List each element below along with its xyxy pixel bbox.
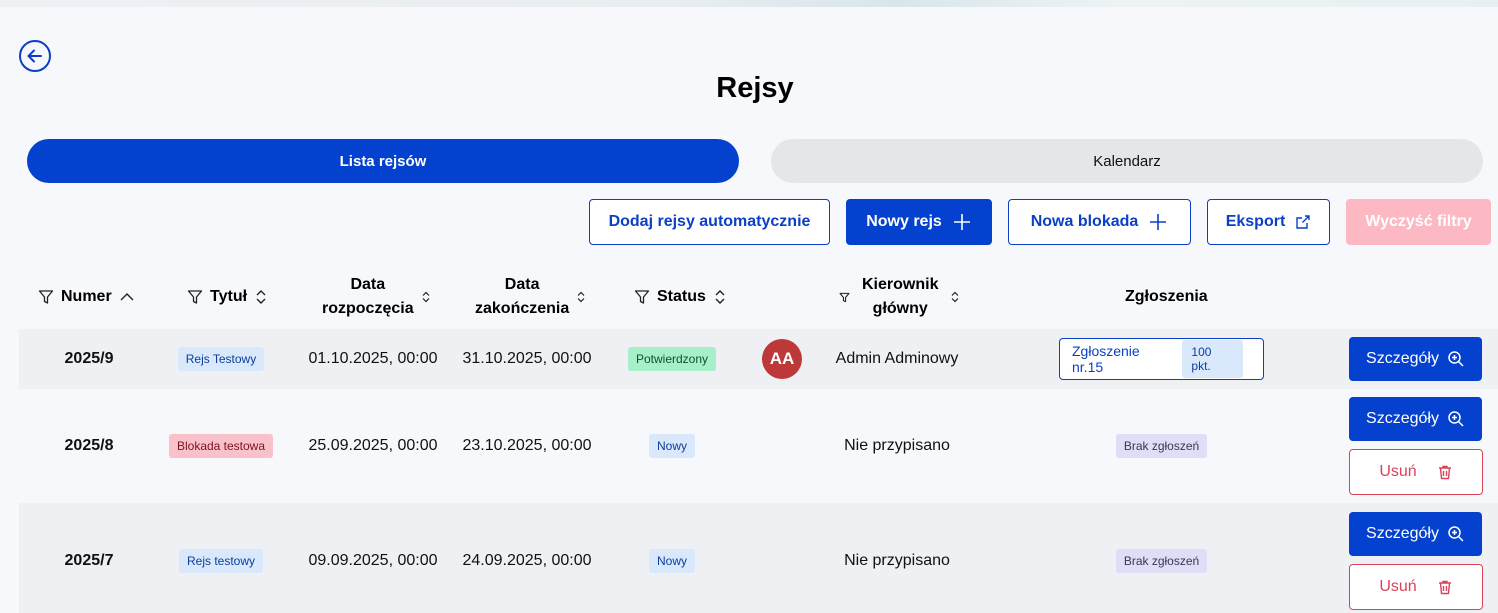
trash-icon bbox=[1437, 464, 1453, 480]
table-row: 2025/7 Rejs testowy 09.09.2025, 00:00 24… bbox=[19, 503, 1498, 613]
top-strip bbox=[0, 0, 1498, 7]
back-button[interactable] bbox=[19, 40, 51, 72]
avatar: AA bbox=[762, 339, 802, 379]
auto-add-cruises-button[interactable]: Dodaj rejsy automatycznie bbox=[589, 199, 830, 245]
plus-icon bbox=[952, 212, 972, 232]
details-label: Szczegóły bbox=[1366, 525, 1439, 542]
application-label: Zgłoszenie nr.15 bbox=[1072, 343, 1140, 375]
export-button[interactable]: Eksport bbox=[1207, 199, 1330, 245]
details-button[interactable]: Szczegóły bbox=[1349, 337, 1482, 381]
end-date: 24.09.2025, 00:00 bbox=[462, 552, 592, 569]
status-badge: Potwierdzony bbox=[627, 347, 717, 371]
column-header-end-date[interactable]: Data zakończenia bbox=[475, 272, 586, 322]
manager-name: Nie przypisano bbox=[844, 437, 950, 454]
zoom-in-icon bbox=[1447, 350, 1465, 368]
auto-add-label: Dodaj rejsy automatycznie bbox=[608, 213, 811, 230]
cruise-title-badge: Rejs Testowy bbox=[177, 347, 265, 371]
filter-icon[interactable] bbox=[634, 289, 650, 305]
sort-icon[interactable] bbox=[254, 289, 268, 305]
status-badge: Nowy bbox=[648, 549, 695, 573]
cruise-title-badge: Rejs testowy bbox=[178, 549, 264, 573]
export-label: Eksport bbox=[1225, 213, 1286, 230]
cruise-number[interactable]: 2025/8 bbox=[37, 389, 141, 503]
new-cruise-button[interactable]: Nowy rejs bbox=[846, 199, 992, 245]
column-header-title[interactable]: Tytuł bbox=[187, 272, 268, 322]
cruise-number[interactable]: 2025/7 bbox=[37, 503, 141, 613]
details-button[interactable]: Szczegóły bbox=[1349, 512, 1482, 556]
tab-calendar[interactable]: Kalendarz bbox=[771, 139, 1483, 183]
column-header-manager[interactable]: Kierownik główny bbox=[839, 272, 960, 322]
new-block-label: Nowa blokada bbox=[1030, 213, 1139, 230]
cruise-title-badge: Blokada testowa bbox=[168, 434, 274, 458]
sort-icon[interactable] bbox=[950, 291, 960, 303]
end-date: 31.10.2025, 00:00 bbox=[462, 350, 592, 367]
delete-label: Usuń bbox=[1379, 463, 1417, 480]
table-row: 2025/8 Blokada testowa 25.09.2025, 00:00… bbox=[19, 389, 1498, 503]
status-badge: Nowy bbox=[648, 434, 695, 458]
details-label: Szczegóły bbox=[1366, 350, 1439, 367]
clear-filters-button[interactable]: Wyczyść filtry bbox=[1346, 199, 1491, 245]
zoom-in-icon bbox=[1447, 525, 1465, 543]
column-header-applications: Zgłoszenia bbox=[1125, 288, 1208, 305]
start-date: 09.09.2025, 00:00 bbox=[308, 552, 438, 569]
start-date: 01.10.2025, 00:00 bbox=[308, 350, 438, 367]
delete-label: Usuń bbox=[1379, 578, 1417, 595]
column-header-status[interactable]: Status bbox=[634, 272, 727, 322]
page-title: Rejsy bbox=[716, 72, 794, 104]
new-block-button[interactable]: Nowa blokada bbox=[1008, 199, 1191, 245]
table-row: 2025/9 Rejs Testowy 01.10.2025, 00:00 31… bbox=[19, 329, 1498, 389]
delete-button[interactable]: Usuń bbox=[1349, 564, 1483, 610]
start-date: 25.09.2025, 00:00 bbox=[308, 437, 438, 454]
sort-icon[interactable] bbox=[421, 291, 431, 303]
column-header-start-date[interactable]: Data rozpoczęcia bbox=[322, 272, 431, 322]
filter-icon[interactable] bbox=[187, 289, 203, 305]
no-applications-badge: Brak zgłoszeń bbox=[1115, 434, 1208, 458]
manager-name: Nie przypisano bbox=[844, 552, 950, 569]
arrow-left-icon bbox=[25, 46, 45, 66]
column-header-number[interactable]: Numer bbox=[38, 272, 135, 322]
filter-icon[interactable] bbox=[839, 292, 850, 303]
filter-icon[interactable] bbox=[38, 289, 54, 305]
sort-asc-icon[interactable] bbox=[119, 289, 135, 305]
details-button[interactable]: Szczegóły bbox=[1349, 397, 1482, 441]
trash-icon bbox=[1437, 579, 1453, 595]
no-applications-badge: Brak zgłoszeń bbox=[1115, 549, 1208, 573]
new-cruise-label: Nowy rejs bbox=[866, 213, 942, 230]
details-label: Szczegóły bbox=[1366, 410, 1439, 427]
sort-icon[interactable] bbox=[576, 291, 586, 303]
external-link-icon bbox=[1295, 214, 1311, 230]
points-badge: 100 pkt. bbox=[1182, 340, 1243, 378]
manager-name: Admin Adminowy bbox=[835, 350, 959, 367]
tab-list[interactable]: Lista rejsów bbox=[27, 139, 739, 183]
plus-icon bbox=[1148, 212, 1168, 232]
sort-icon[interactable] bbox=[713, 289, 727, 305]
clear-filters-label: Wyczyść filtry bbox=[1365, 213, 1472, 230]
zoom-in-icon bbox=[1447, 410, 1465, 428]
cruise-number[interactable]: 2025/9 bbox=[37, 329, 141, 389]
application-link[interactable]: Zgłoszenie nr.15 100 pkt. bbox=[1059, 338, 1264, 380]
end-date: 23.10.2025, 00:00 bbox=[462, 437, 592, 454]
delete-button[interactable]: Usuń bbox=[1349, 449, 1483, 495]
